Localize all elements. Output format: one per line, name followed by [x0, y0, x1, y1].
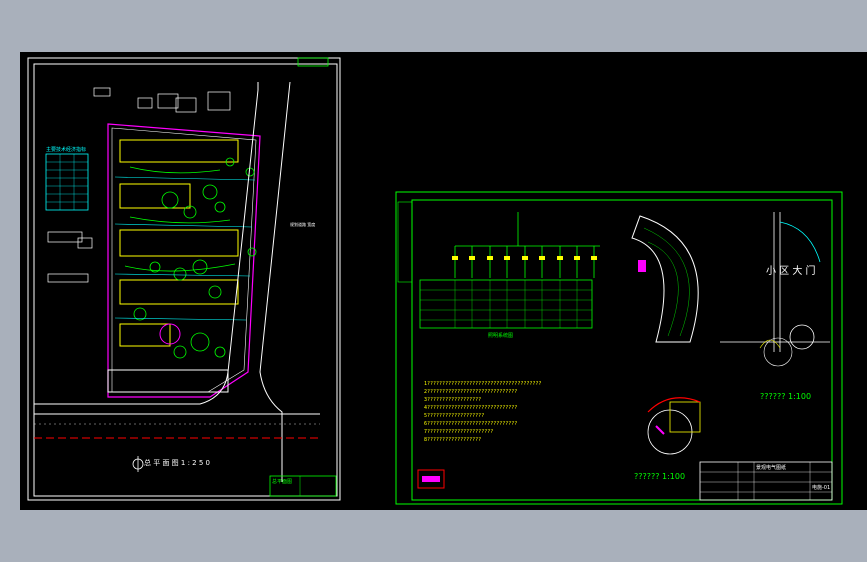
note-line: 8??????????????????: [424, 437, 482, 443]
road-label: 规划道路 宽度: [290, 222, 316, 227]
technical-index-table: [45, 153, 89, 211]
paths: [114, 176, 256, 321]
note-line: 3??????????????????: [424, 397, 482, 403]
right-sheet-inner-border: [411, 199, 833, 501]
gate-post-marker: [638, 260, 646, 272]
cad-viewport[interactable]: 总 平 面 图 1 : 2 5 0 总平面图 主要技术经济指标 规划道路 宽度 …: [20, 52, 867, 510]
site-plan-scale-label: 总 平 面 图 1 : 2 5 0: [144, 459, 210, 467]
building-block-6: [107, 369, 229, 393]
north-arrow-icon: [132, 456, 144, 472]
left-title-block-label: 总平面图: [272, 479, 293, 485]
load-schedule-table: [419, 279, 593, 329]
building-block-3: [119, 229, 239, 257]
left-sheet: [27, 57, 341, 501]
gate-elevation: [720, 212, 830, 352]
red-arc: [647, 397, 701, 413]
right-title-block-name: 景观电气图纸: [756, 465, 787, 471]
breaker-symbols: [452, 256, 597, 260]
left-sheet-outer-border: [27, 57, 341, 501]
building-block-2: [119, 183, 191, 209]
technical-index-heading: 主要技术经济指标: [46, 147, 87, 153]
binding-strip: [397, 201, 413, 283]
gate-plan-scale: ?????? 1:100: [760, 392, 812, 401]
right-sheet: [395, 191, 843, 505]
neighbour-buildings: [47, 87, 231, 283]
building-block-4: [119, 279, 239, 305]
note-line: 5???????????????????: [424, 413, 485, 419]
note-line: 1??????????????????????????????????????: [424, 381, 542, 387]
design-notes: 1?????????????????????????????????????? …: [424, 380, 541, 444]
building-block-1: [119, 139, 239, 163]
note-line: 2??????????????????????????????: [424, 389, 518, 395]
detail-plan-scale: ?????? 1:100: [634, 472, 686, 481]
note-line: 7??????????????????????: [424, 429, 494, 435]
left-sheet-corner-tag: [297, 57, 329, 67]
gate-title: 小 区 大 门: [766, 266, 816, 277]
right-title-block-sheet: 电施-01: [812, 485, 831, 491]
electrical-caption: 照明系统图: [488, 333, 514, 339]
right-sheet-outer-border: [395, 191, 843, 505]
electrical-diagram: [454, 212, 600, 278]
gate-detail-plan: [647, 401, 701, 455]
note-line: 4??????????????????????????????: [424, 405, 518, 411]
note-line: 6??????????????????????????????: [424, 421, 518, 427]
